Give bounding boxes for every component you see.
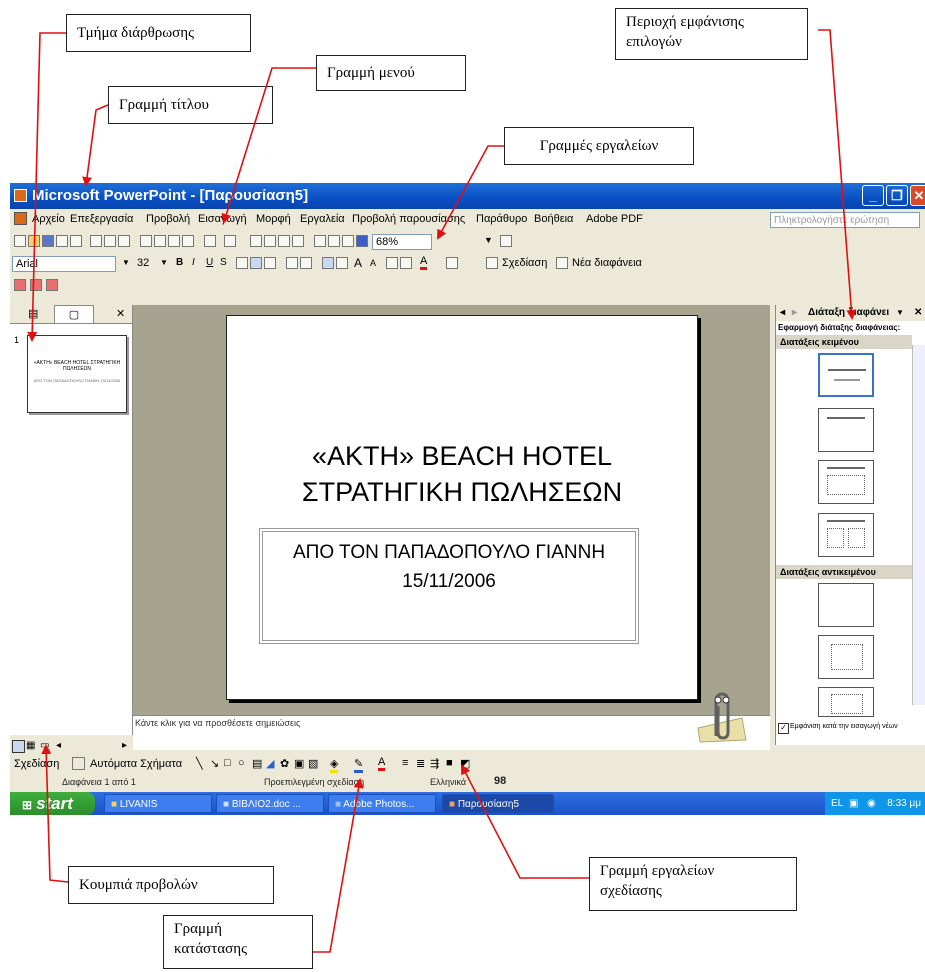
arrow-toolbars	[437, 145, 504, 240]
arrow-menu-bar	[221, 67, 316, 224]
arrow-status-bar	[313, 778, 364, 953]
arrow-view-buttons	[41, 744, 69, 883]
annotation-arrows	[27, 29, 857, 953]
arrow-options-area	[818, 29, 857, 320]
arrow-section	[27, 32, 66, 342]
arrow-title-bar	[82, 104, 109, 187]
arrow-drawing-toolbar	[461, 764, 589, 879]
